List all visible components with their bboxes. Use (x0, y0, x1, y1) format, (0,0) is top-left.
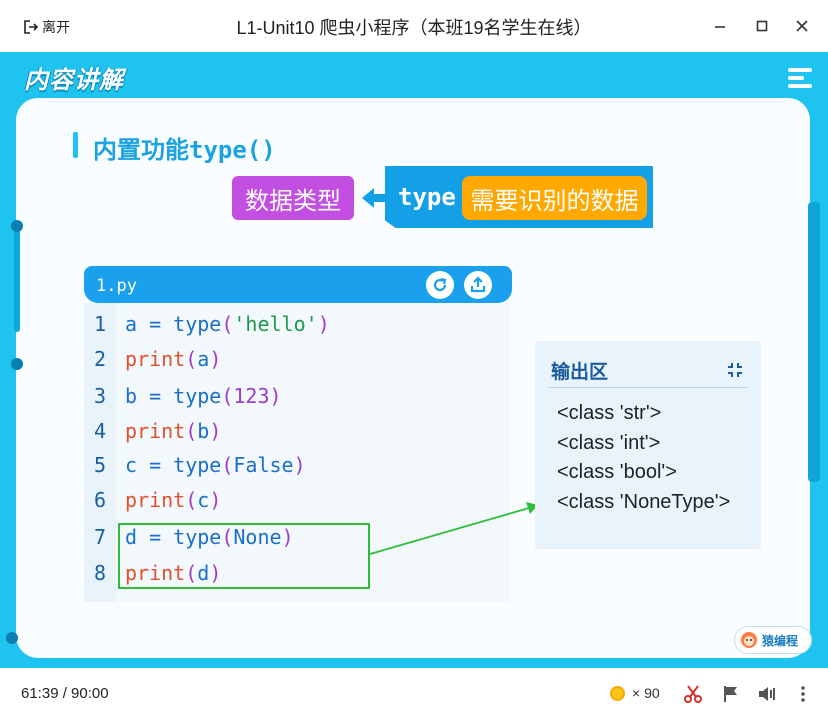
close-icon (796, 20, 808, 32)
output-line: <class 'bool'> (557, 461, 677, 483)
code-text: a = type('hello') (125, 312, 330, 336)
right-side-bar (808, 202, 820, 482)
code-text: b = type(123) (125, 384, 282, 408)
code-token: a = (125, 312, 174, 336)
code-token: 'hello' (233, 312, 318, 336)
share-button[interactable] (464, 271, 492, 299)
code-token: ) (209, 419, 222, 443)
coin-icon (610, 686, 625, 701)
code-token: ) (209, 488, 222, 512)
flag-icon (724, 686, 737, 702)
code-token: type (173, 312, 222, 336)
menu-icon (788, 68, 812, 88)
pointer-arrow-icon (369, 502, 538, 555)
line-number: 8 (94, 561, 107, 585)
code-token: ( (185, 347, 198, 371)
volume-button[interactable] (756, 683, 778, 705)
run-button[interactable] (426, 271, 454, 299)
code-token: c = (125, 453, 174, 477)
left-bolt-top (11, 220, 23, 232)
collapse-icon[interactable] (725, 360, 745, 380)
code-token: print (125, 419, 186, 443)
code-token: ( (185, 488, 198, 512)
playback-timer: 61:39 / 90:00 (21, 685, 109, 702)
bottom-bar: 61:39 / 90:00 × 90 (0, 668, 828, 719)
slide-header-title: 内容讲解 (24, 67, 124, 94)
code-token: ) (293, 453, 306, 477)
code-token: a (197, 347, 210, 371)
logo-text: 猿编程 (762, 633, 799, 648)
code-text: print(c) (125, 488, 221, 512)
minimize-button[interactable] (708, 14, 732, 38)
code-text: c = type(False) (125, 453, 306, 477)
highlight-box (118, 523, 370, 589)
line-number: 5 (94, 453, 107, 477)
code-token: type (173, 453, 222, 477)
code-token: ( (185, 419, 198, 443)
monkey-logo-icon (741, 632, 757, 648)
output-title: 输出区 (551, 362, 609, 383)
type-keyword: type (398, 183, 456, 211)
line-number: 7 (94, 525, 107, 549)
section-marker (73, 132, 78, 158)
title-bar: 离开 L1-Unit10 爬虫小程序（本班19名学生在线） (0, 0, 828, 52)
output-panel: 输出区 <class 'str'> <class 'int'> <class '… (535, 341, 761, 549)
code-token: ) (317, 312, 330, 336)
line-number: 4 (94, 419, 107, 443)
code-token: c (197, 488, 210, 512)
code-text: print(a) (125, 347, 221, 371)
code-token: type (173, 384, 222, 408)
code-token: b = (125, 384, 174, 408)
line-number: 2 (94, 347, 107, 371)
minimize-icon (715, 26, 725, 28)
arrow-left-icon (362, 188, 385, 208)
data-type-badge: 数据类型 (232, 176, 354, 220)
code-token: False (233, 453, 294, 477)
code-token: print (125, 488, 186, 512)
code-token: ( (221, 453, 234, 477)
scissors-button[interactable] (682, 683, 704, 705)
corner-bolt (6, 632, 18, 644)
flag-button[interactable] (720, 683, 742, 705)
section-title: 内置功能type() (93, 136, 276, 164)
code-token: b (197, 419, 210, 443)
code-token: ( (221, 312, 234, 336)
coin-count: × 90 (632, 685, 660, 701)
line-number: 6 (94, 488, 107, 512)
more-button[interactable] (792, 683, 814, 705)
output-line: <class 'str'> (557, 402, 662, 424)
maximize-icon (756, 20, 768, 32)
code-token: ) (209, 347, 222, 371)
code-token: ) (269, 384, 282, 408)
window-title: L1-Unit10 爬虫小程序（本班19名学生在线） (236, 18, 592, 38)
code-token: ( (221, 384, 234, 408)
maximize-button[interactable] (750, 14, 774, 38)
output-line: <class 'NoneType'> (557, 491, 731, 513)
output-line: <class 'int'> (557, 432, 661, 454)
left-bolt-bottom (11, 358, 23, 370)
editor-header: 1.py (84, 266, 512, 303)
volume-icon (759, 687, 775, 701)
menu-button[interactable] (788, 68, 812, 92)
file-name: 1.py (96, 276, 137, 296)
target-data-badge: 需要识别的数据 (462, 176, 647, 220)
line-number: 3 (94, 384, 107, 408)
output-divider (549, 387, 747, 388)
refresh-icon (433, 277, 447, 292)
line-number: 1 (94, 312, 107, 336)
scissors-icon (684, 685, 702, 703)
code-token: print (125, 347, 186, 371)
share-icon (470, 276, 486, 293)
more-vertical-icon (801, 686, 805, 702)
left-side-bar (14, 222, 20, 332)
brand-logo: 猿编程 (734, 626, 812, 654)
code-token: 123 (233, 384, 270, 408)
close-button[interactable] (790, 14, 814, 38)
code-text: print(b) (125, 419, 221, 443)
